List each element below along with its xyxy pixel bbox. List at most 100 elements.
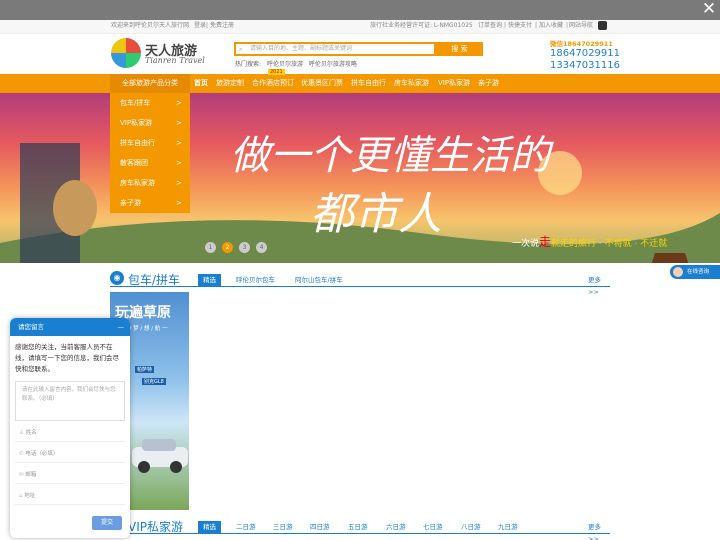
cat-label: VIP私家游	[120, 119, 153, 127]
logo-icon[interactable]	[111, 38, 141, 68]
section-title: 包车/拼车	[128, 273, 181, 287]
slider-dot-2[interactable]: 2	[222, 242, 233, 253]
slider-dot-1[interactable]: 1	[205, 242, 216, 253]
chevron-right-icon: >	[176, 199, 182, 207]
tab-7day[interactable]: 七日游	[423, 521, 443, 533]
section-title: VIP私家游	[128, 520, 183, 534]
tab-arxan-charter[interactable]: 阿尔山包车/拼车	[295, 274, 343, 286]
basket-shape	[53, 180, 97, 236]
wechat-text: 微信18647029911	[550, 40, 613, 48]
nav-family[interactable]: 亲子游	[478, 74, 499, 93]
chevron-right-icon: >	[176, 139, 182, 147]
minimize-icon[interactable]: —	[118, 318, 125, 336]
tab-4day[interactable]: 四日游	[310, 521, 330, 533]
register-link[interactable]: 免费注册	[210, 20, 234, 32]
message-textarea[interactable]: 请在此输入留言内容，我们会尽快与您联系。（必填）	[15, 381, 125, 421]
tab-featured[interactable]: 精选	[198, 274, 221, 286]
field-placeholder: 电话（必填）	[25, 451, 59, 457]
overlay-topbar	[0, 0, 720, 20]
banner-line1: 做一个更懂生活的	[230, 133, 550, 179]
online-label: 在线咨询	[687, 269, 710, 275]
chevron-right-icon: >	[176, 99, 182, 107]
search-button[interactable]: 搜 索	[436, 42, 483, 56]
slogan-pre: 一次说	[512, 239, 540, 249]
online-consult-button[interactable]: 在线咨询	[670, 265, 720, 279]
nav-tickets[interactable]: 优惠景区门票	[301, 74, 343, 93]
tab-featured[interactable]: 精选	[198, 521, 221, 533]
field-placeholder: 邮箱	[25, 472, 37, 478]
hero-banner[interactable]: 做一个更懂生活的 都市人 一次说走就走的旅行 · 不将就 · 不迁就	[0, 93, 720, 263]
phone-1: 18647029911	[550, 48, 620, 59]
logo-text-en: Tianren Travel	[145, 56, 205, 65]
field-placeholder: 地址	[24, 493, 36, 499]
sitenav-link[interactable]: 网站导航	[569, 20, 593, 32]
login-link[interactable]: 登录	[194, 20, 206, 32]
tab-2day[interactable]: 二日游	[236, 521, 256, 533]
category-menu: 包车/拼车 > VIP私家游 > 拼车自由行 > 散客跟团 > 房车私家游 > 亲子游 >	[110, 93, 190, 213]
banner-slogan: 一次说走就走的旅行 · 不将就 · 不迁就	[512, 233, 667, 250]
phone-2: 13347031116	[550, 60, 620, 71]
tab-hulunbuir-charter[interactable]: 呼伦贝尔包车	[236, 274, 275, 286]
tab-8day[interactable]: 八日游	[461, 521, 481, 533]
promo-tag-2: 别克GL8	[142, 378, 166, 385]
chat-message: 感谢您的关注，当前客服人员不在线，请填写一下您的信息，我们会尽快和您联系。	[15, 343, 119, 373]
license-text: 旅行社业务经营许可证: L-NMG01025	[370, 22, 473, 29]
cat-item-group[interactable]: 散客跟团 >	[110, 153, 190, 173]
info-bar: 欢迎来到呼伦贝尔天人旅行网 登录 | 免费注册 旅行社业务经营许可证: L-NM…	[0, 20, 720, 34]
slider-dot-4[interactable]: 4	[256, 242, 267, 253]
chevron-right-icon: >	[176, 159, 182, 167]
cat-label: 包车/拼车	[120, 99, 151, 107]
search-icon: ⌕	[239, 46, 243, 53]
nav-hotel[interactable]: 合作酒店预订	[252, 74, 294, 93]
divider: |	[535, 22, 538, 29]
close-icon[interactable]: ✕	[698, 0, 720, 20]
nav-home[interactable]: 首页	[194, 74, 208, 93]
nav-custom[interactable]: 旅游定制	[216, 74, 244, 93]
order-link[interactable]: 订单查询	[478, 20, 502, 32]
name-field[interactable]: ♙ 姓名	[15, 425, 125, 442]
slider-dot-3[interactable]: 3	[239, 242, 250, 253]
hot-search: 热门搜索: 呼伦贝尔旅游 呼伦贝尔旅游攻略	[235, 59, 357, 68]
promo-tag-1: 帕萨特	[135, 366, 155, 373]
cat-item-carpool[interactable]: 拼车自由行 >	[110, 133, 190, 153]
quickpay-link[interactable]: 快捷支付	[508, 20, 532, 32]
nav-carpool[interactable]: 拼车自由行	[351, 74, 386, 93]
menu-icon[interactable]	[598, 21, 607, 30]
cat-item-rv[interactable]: 房车私家游 >	[110, 173, 190, 193]
nav-category[interactable]: 全部旅游产品分类	[110, 74, 190, 93]
user-icon: ♙	[19, 430, 26, 436]
cat-item-charter[interactable]: 包车/拼车 >	[110, 93, 190, 113]
hot-item[interactable]: 呼伦贝尔旅游攻略	[309, 61, 357, 68]
tab-6day[interactable]: 六日游	[386, 521, 406, 533]
new-badge: 2021	[268, 69, 285, 75]
chevron-right-icon: >	[176, 119, 182, 127]
tab-3day[interactable]: 三日游	[273, 521, 293, 533]
cat-label: 散客跟团	[120, 159, 148, 167]
tab-9day[interactable]: 九日游	[498, 521, 518, 533]
search-placeholder: 请输入目的地、主题、副标题或关键词	[250, 45, 353, 52]
hot-item[interactable]: 呼伦贝尔旅游	[267, 61, 303, 68]
divider: |	[206, 22, 209, 29]
search-input[interactable]: ⌕ 请输入目的地、主题、副标题或关键词	[234, 42, 436, 56]
slogan-highlight: 走	[539, 235, 552, 249]
email-field[interactable]: ✉ 邮箱	[15, 467, 125, 484]
nav-vip[interactable]: VIP私家游	[438, 74, 470, 93]
car-icon	[132, 439, 188, 473]
address-field[interactable]: ⌂ 地址	[15, 488, 125, 505]
tab-5day[interactable]: 五日游	[348, 521, 368, 533]
section-charter-header: ◉ 包车/拼车 精选 呼伦贝尔包车 阿尔山包车/拼车 更多>>	[110, 271, 610, 296]
cat-label: 亲子游	[120, 199, 141, 207]
more-link[interactable]: 更多>>	[588, 521, 610, 540]
fav-link[interactable]: 加入收藏	[539, 20, 563, 32]
cat-item-vip[interactable]: VIP私家游 >	[110, 113, 190, 133]
chat-header[interactable]: 请您留言 —	[10, 318, 130, 336]
banner-line2: 都市人	[310, 189, 442, 240]
cat-item-family[interactable]: 亲子游 >	[110, 193, 190, 213]
field-placeholder: 姓名	[25, 430, 37, 436]
hot-label: 热门搜索:	[235, 61, 262, 68]
more-link[interactable]: 更多>>	[588, 274, 610, 298]
phone-field[interactable]: ✆ 电话（必填）	[15, 446, 125, 463]
nav-rv[interactable]: 房车私家游	[394, 74, 429, 93]
submit-button[interactable]: 提交	[92, 516, 122, 530]
chat-title: 请您留言	[18, 323, 44, 331]
